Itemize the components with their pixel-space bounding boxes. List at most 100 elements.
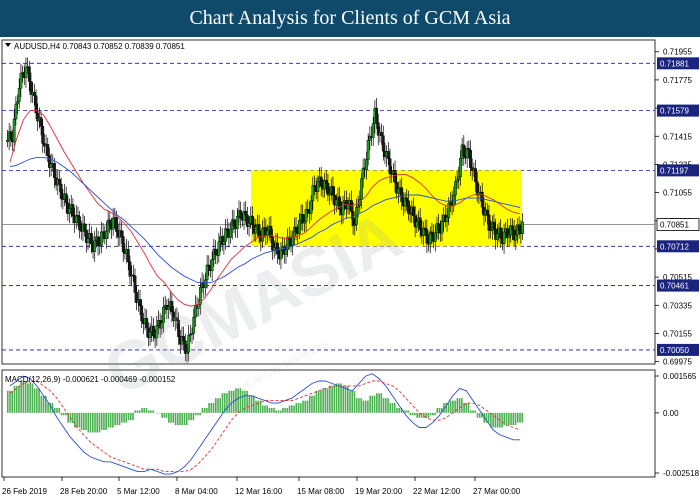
macd-histogram-bar <box>514 412 517 426</box>
macd-tick-label: 0.001565 <box>663 372 697 381</box>
macd-histogram-bar <box>411 412 414 416</box>
candle-body <box>71 204 75 217</box>
macd-histogram-bar <box>112 412 114 428</box>
macd-histogram-bar <box>179 412 181 426</box>
candle-body <box>39 117 43 127</box>
candle-body <box>53 163 56 179</box>
macd-histogram-bar <box>89 412 92 433</box>
candle-body <box>334 199 338 206</box>
macd-histogram-bar <box>335 383 338 413</box>
candle-body <box>222 241 226 245</box>
macd-histogram-bar <box>436 407 439 413</box>
macd-histogram-bar <box>105 412 107 430</box>
macd-histogram-bar <box>371 395 374 413</box>
macd-histogram-bar <box>351 390 354 413</box>
macd-histogram-bar <box>291 405 293 413</box>
macd-histogram-bar <box>508 412 510 426</box>
macd-histogram-bar <box>147 410 150 413</box>
macd-histogram-bar <box>297 403 300 413</box>
candle-body <box>341 202 345 216</box>
candle-body <box>365 159 368 170</box>
candle-body <box>16 101 19 105</box>
macd-histogram-bar <box>246 390 248 413</box>
macd-histogram-bar <box>501 412 503 428</box>
macd-histogram-bar <box>429 412 432 416</box>
candle-body <box>244 210 248 216</box>
macd-histogram-bar <box>78 412 81 428</box>
macd-histogram-bar <box>141 407 143 413</box>
macd-histogram-bar <box>170 412 172 423</box>
candle-body <box>400 187 404 202</box>
macd-histogram-bar <box>456 398 459 413</box>
candle-body <box>437 223 441 231</box>
macd-histogram-bar <box>472 410 474 413</box>
candle-body <box>251 215 254 225</box>
macd-histogram-bar <box>152 410 154 413</box>
macd-histogram-bar <box>505 412 508 426</box>
macd-histogram-bar <box>447 403 450 413</box>
macd-histogram-bar <box>228 390 231 413</box>
candle-body <box>514 234 518 241</box>
candle-body <box>46 143 50 156</box>
macd-histogram-bar <box>469 410 472 413</box>
macd-histogram-bar <box>221 393 224 413</box>
macd-histogram-bar <box>261 405 264 413</box>
macd-histogram-bar <box>317 390 320 413</box>
price-tick-label: 0.71775 <box>663 76 692 85</box>
candle-body <box>247 223 251 227</box>
level-label: 0.70461 <box>660 282 689 291</box>
macd-histogram-bar <box>100 412 103 430</box>
macd-histogram-bar <box>201 407 204 413</box>
candle-body <box>108 219 112 226</box>
candle-body <box>467 148 471 151</box>
macd-histogram-bar <box>9 390 11 413</box>
macd-histogram-bar <box>434 412 436 416</box>
macd-histogram-bar <box>121 412 123 423</box>
time-tick-label: 28 Feb 20:00 <box>60 487 108 496</box>
macd-histogram-bar <box>174 412 177 426</box>
macd-histogram-bar <box>85 412 87 430</box>
candle-body <box>96 236 100 247</box>
candle-body <box>239 210 243 219</box>
macd-histogram-bar <box>427 412 430 418</box>
macd-histogram-bar <box>478 412 481 418</box>
candle-body <box>64 193 68 204</box>
candle-body <box>440 221 444 234</box>
macd-histogram-bar <box>315 390 318 413</box>
macd-histogram-bar <box>212 403 215 413</box>
macd-histogram-bar <box>496 412 499 428</box>
macd-histogram-bar <box>476 412 479 418</box>
candle-body <box>210 259 214 272</box>
macd-histogram-bar <box>96 412 99 433</box>
macd-histogram-bar <box>329 385 331 413</box>
macd-histogram-bar <box>521 412 524 423</box>
macd-histogram-bar <box>129 412 132 421</box>
macd-label: MACD(12,26,9) -0.000621 -0.000469 -0.000… <box>5 375 176 384</box>
candle-body <box>205 264 209 281</box>
macd-histogram-bar <box>438 407 441 413</box>
macd-histogram-bar <box>237 388 239 413</box>
price-tick-label: 0.71955 <box>663 48 692 57</box>
candle-body <box>19 73 23 89</box>
level-label: 0.71881 <box>660 59 689 68</box>
candle-body <box>294 226 298 233</box>
candle-body <box>93 240 97 252</box>
macd-histogram-bar <box>264 405 266 413</box>
candle-body <box>407 200 410 214</box>
candle-body <box>319 176 323 187</box>
candle-body <box>27 66 31 82</box>
macd-histogram-bar <box>320 390 322 413</box>
macd-histogram-bar <box>284 407 286 413</box>
candle-body <box>225 228 229 231</box>
time-tick-label: 12 Mar 16:00 <box>235 487 283 496</box>
symbol-info: AUDUSD,H4 0.70843 0.70852 0.70839 0.7085… <box>14 42 185 51</box>
macd-histogram-bar <box>123 412 125 423</box>
macd-histogram-bar <box>83 412 85 430</box>
candle-body <box>126 248 130 262</box>
candle-body <box>474 168 477 183</box>
macd-histogram-bar <box>219 398 222 413</box>
candle-body <box>111 217 115 230</box>
candle-body <box>229 229 233 238</box>
level-label: 0.71579 <box>660 107 689 116</box>
candle-body <box>381 135 385 152</box>
